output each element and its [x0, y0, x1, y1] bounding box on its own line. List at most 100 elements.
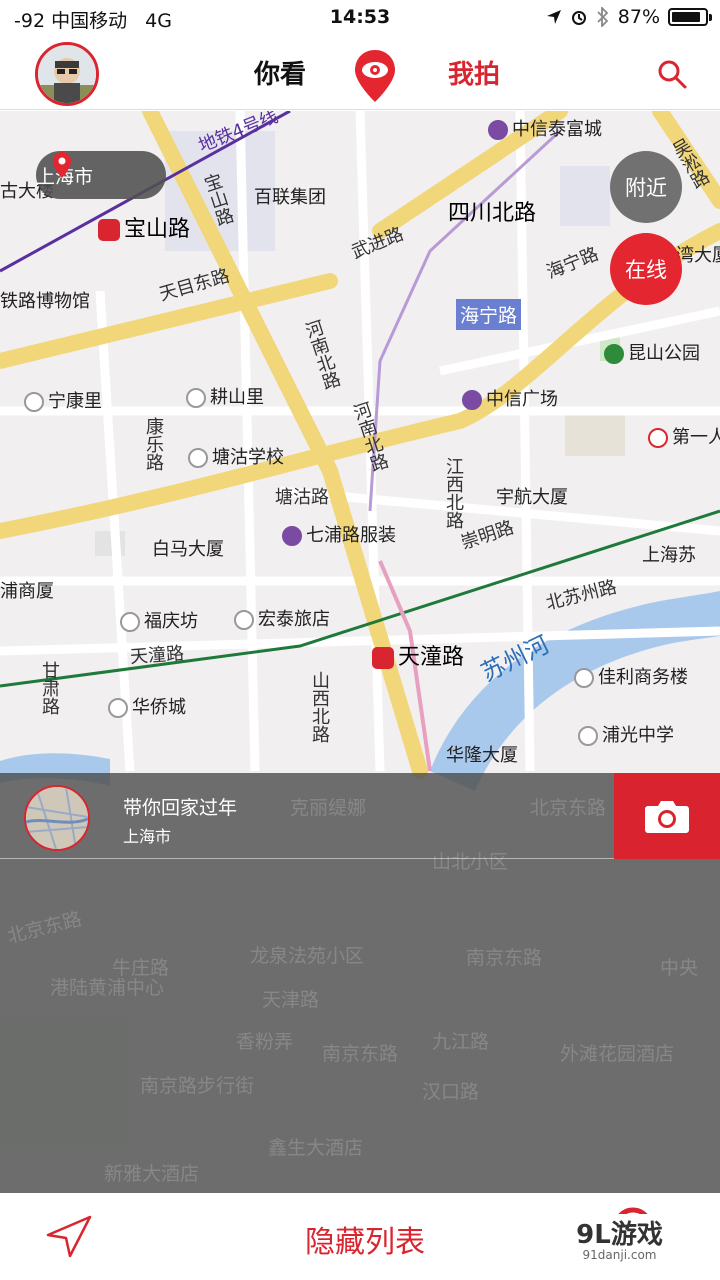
poi-label[interactable]: 塘沽学校: [188, 443, 284, 469]
station-name: 天潼路: [398, 645, 465, 670]
poi-name: 七浦路服装: [306, 525, 396, 546]
poi-label[interactable]: 宏泰旅店: [234, 605, 330, 631]
shopping-icon: [488, 120, 508, 140]
ghost-map-label: 南京路步行街: [140, 1075, 255, 1097]
map-pin-icon: [53, 152, 71, 178]
map-thumbnail-image: [26, 787, 88, 849]
station-label[interactable]: 宝山路: [98, 211, 190, 243]
school-icon: [188, 448, 208, 468]
poi-label[interactable]: 上海苏: [642, 541, 696, 567]
poi-label[interactable]: 七浦路服装: [282, 521, 396, 547]
building-icon: [574, 668, 594, 688]
shopping-icon: [462, 390, 482, 410]
poi-label[interactable]: 昆山公园: [604, 339, 700, 365]
road-label: 塘沽路: [275, 487, 329, 508]
poi-name: 宁康里: [48, 391, 102, 412]
poi-label[interactable]: 浦商厦: [0, 577, 54, 603]
building-icon: [24, 392, 44, 412]
poi-name: 宇航大厦: [496, 487, 568, 508]
ghost-map-label: 北京东路: [4, 908, 84, 948]
video-list-item[interactable]: 带你回家过年 上海市: [0, 773, 720, 859]
hospital-icon: [648, 428, 668, 448]
road-label: 山西北路: [309, 671, 330, 743]
poi-name: 塘沽学校: [212, 447, 284, 468]
metro-icon: [98, 219, 120, 241]
poi-name: 第一人: [672, 427, 720, 448]
battery-fill: [672, 12, 700, 22]
map-pin-eye-icon[interactable]: [352, 48, 398, 104]
road-label: 天潼路: [129, 643, 185, 668]
building-icon: [186, 388, 206, 408]
poi-name: 华隆大厦: [446, 745, 518, 766]
poi-name: 耕山里: [210, 387, 264, 408]
watermark-text: 9L游戏: [576, 1220, 663, 1250]
bluetooth-icon: [597, 7, 609, 27]
poi-name: 浦商厦: [0, 581, 54, 602]
station-label[interactable]: 天潼路: [372, 639, 464, 671]
battery-percent: 87%: [617, 6, 660, 28]
poi-label[interactable]: 华侨城: [108, 693, 186, 719]
status-bar: -92 中国移动 4G 14:53 87%: [0, 0, 720, 38]
ghost-map-label: 南京东路: [466, 947, 543, 969]
ghost-map-label: 龙泉法苑小区: [250, 945, 365, 967]
video-list-panel[interactable]: 克丽缇娜 北京东路 山北小区 北京东路 龙泉法苑小区 南京东路 牛庄路 港陆黄浦…: [0, 773, 720, 1193]
poi-name: 上海苏: [642, 545, 696, 566]
poi-label[interactable]: 福庆坊: [120, 607, 198, 633]
city-selector[interactable]: 上海市: [36, 151, 166, 199]
building-icon: [120, 612, 140, 632]
location-arrow-icon: [546, 10, 561, 24]
poi-name: 浦光中学: [602, 725, 674, 746]
battery-tip: [709, 14, 712, 21]
video-title: 带你回家过年: [123, 797, 238, 819]
station-label[interactable]: 四川北路: [448, 195, 536, 227]
poi-name: 中信广场: [486, 389, 558, 410]
watermark-logo: 9L游戏 91danji.com: [527, 1214, 712, 1272]
building-icon: [108, 698, 128, 718]
ghost-map-label: 南京东路: [322, 1043, 399, 1065]
poi-label[interactable]: 铁路博物馆: [0, 287, 90, 313]
video-location: 上海市: [123, 827, 172, 846]
hotel-icon: [234, 610, 254, 630]
poi-name: 铁路博物馆: [0, 291, 90, 312]
ghost-map-label: 港陆黄浦中心: [50, 977, 165, 999]
poi-label[interactable]: 中信广场: [462, 385, 558, 411]
battery-icon: [668, 8, 712, 26]
poi-label[interactable]: 白马大厦: [152, 535, 224, 561]
poi-label[interactable]: 中信泰富城: [488, 115, 602, 141]
poi-label[interactable]: 浦光中学: [578, 721, 674, 747]
camera-icon: [645, 801, 689, 833]
park-icon: [604, 344, 624, 364]
metro-icon: [372, 647, 394, 669]
search-icon[interactable]: [656, 58, 688, 90]
ghost-map-label: 新雅大酒店: [104, 1163, 200, 1185]
highlight-road-label: 海宁路: [456, 299, 522, 330]
poi-label[interactable]: 百联集团: [254, 183, 326, 209]
ghost-map-label: 天津路: [262, 989, 320, 1011]
station-name: 宝山路: [124, 217, 191, 242]
ghost-map-label: 香粉弄: [236, 1031, 294, 1053]
poi-label[interactable]: 宁康里: [24, 387, 102, 413]
poi-label[interactable]: 佳利商务楼: [574, 663, 688, 689]
poi-label[interactable]: 第一人: [648, 423, 720, 449]
watermark-url: 91danji.com: [582, 1248, 657, 1262]
avatar-image: [38, 45, 96, 103]
tab-shoot[interactable]: 我拍: [432, 54, 516, 91]
user-avatar[interactable]: [35, 42, 99, 106]
poi-name: 中信泰富城: [512, 119, 602, 140]
nearby-button[interactable]: 附近: [610, 151, 682, 223]
road-label: 甘肃路: [39, 661, 60, 715]
bottom-toolbar: 隐藏列表 9L游戏 91danji.com: [0, 1193, 720, 1280]
poi-name: 宏泰旅店: [258, 609, 330, 630]
poi-label[interactable]: 华隆大厦: [446, 741, 518, 767]
ghost-map-label: 鑫生大酒店: [268, 1137, 364, 1159]
top-nav: 你看 我拍: [0, 38, 720, 110]
status-indicators: 87%: [546, 6, 712, 28]
camera-button[interactable]: [614, 773, 720, 859]
poi-label[interactable]: 宇航大厦: [496, 483, 568, 509]
poi-label[interactable]: 耕山里: [186, 383, 264, 409]
poi-name: 百联集团: [254, 187, 326, 208]
poi-name: 昆山公园: [628, 343, 700, 364]
tab-watch[interactable]: 你看: [240, 54, 320, 91]
ghost-map-label: 中央: [660, 957, 699, 979]
online-button[interactable]: 在线: [610, 233, 682, 305]
